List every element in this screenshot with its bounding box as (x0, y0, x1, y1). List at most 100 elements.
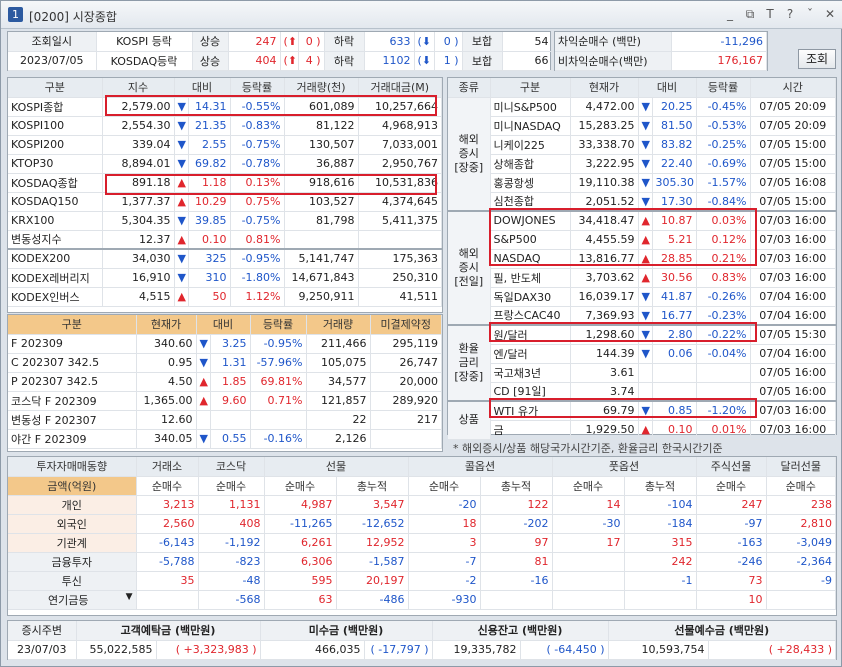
contract-price: 0.95 (136, 353, 197, 373)
down-arrow-icon: ▼ (174, 97, 189, 117)
index-amount: 10,531,836 (358, 173, 442, 193)
index-change-rate: -0.75% (230, 211, 285, 231)
contract-change (210, 410, 251, 430)
world-market-row[interactable]: 상해종합 3,222.95 ▼ 22.40 -0.69% 07/05 15:00 (448, 154, 836, 174)
index-amount: 5,411,375 (358, 211, 442, 231)
close-icon[interactable]: ✕ (823, 7, 837, 22)
market-change: 10.87 (652, 211, 697, 231)
up-label: 상승 (192, 32, 229, 52)
net-buy-value (480, 590, 553, 610)
net-buy-value: 12,952 (336, 533, 409, 553)
net-buy-value: -20 (408, 495, 481, 515)
down-label: 하락 (324, 51, 365, 71)
up-arrow-icon: ▲ (174, 192, 189, 212)
futures-row[interactable]: F 202309 340.60 ▼ 3.25 -0.95% 211,466 295,119 (8, 334, 442, 354)
index-row[interactable]: 변동성지수 12.37 ▲ 0.10 0.81% (8, 230, 442, 250)
world-markets-panel: 종류 구분 현재가 대비 등락률 시간 해외 증시 [장중] 미니S&P500 4,472.0… (447, 77, 837, 440)
col-header: 거래량(천) (284, 78, 359, 98)
link-icon[interactable]: ⧉ (743, 7, 757, 22)
index-name: KOSPI종합 (8, 97, 103, 117)
dropdown-icon[interactable]: ˇ (803, 7, 817, 22)
index-row[interactable]: KRX100 5,304.35 ▼ 39.85 -0.75% 81,798 5,411,37… (8, 211, 442, 231)
index-row[interactable]: KODEX인버스 4,515 ▲ 50 1.12% 9,250,911 41,511 (8, 287, 442, 307)
world-market-row[interactable]: 엔/달러 144.39 ▼ 0.06 -0.04% 07/04 16:00 (448, 344, 836, 364)
funds-item-change: ( +28,433 ) (708, 640, 837, 660)
world-market-row[interactable]: 해외 증시 [장중] 미니S&P500 4,472.00 ▼ 20.25 -0.45% 07… (448, 97, 836, 212)
net-buy-value: 247 (696, 495, 767, 515)
index-row[interactable]: KOSDAQ종합 891.18 ▲ 1.18 0.13% 918,616 10,531,83… (8, 173, 442, 193)
index-row[interactable]: KODEX200 34,030 ▼ 325 -0.95% 5,141,747 175,363 (8, 249, 442, 269)
world-market-row[interactable]: S&P500 4,455.59 ▲ 5.21 0.12% 07/03 16:00 (448, 230, 836, 250)
kosdaq-up-limit: 4 ) (298, 51, 325, 71)
index-row[interactable]: KOSPI200 339.04 ▼ 2.55 -0.75% 130,507 7,033,00… (8, 135, 442, 155)
market-name: 독일DAX30 (490, 287, 571, 307)
futures-row[interactable]: 변동성 F 202307 12.60 22 217 (8, 410, 442, 430)
index-row[interactable]: KOSDAQ150 1,377.37 ▲ 10.29 0.75% 103,527 4,374… (8, 192, 442, 212)
net-buy-value: 2,810 (766, 514, 836, 534)
funds-item-value: 10,593,754 (608, 640, 709, 660)
contract-change-rate: 0.71% (250, 391, 307, 411)
world-market-row[interactable]: NASDAQ 13,816.77 ▲ 28.85 0.21% 07/03 16:00 (448, 249, 836, 269)
world-market-row[interactable]: 니케이225 33,338.70 ▼ 83.82 -0.25% 07/05 15:00 (448, 135, 836, 155)
down-arrow-icon (638, 363, 653, 383)
investor-row[interactable]: 외국인 2,560 408 -11,265 -12,652 18 -202 -30 -184 -9… (8, 514, 836, 534)
market-time: 07/05 16:08 (750, 173, 836, 193)
market-price: 13,816.77 (570, 249, 639, 269)
world-market-row[interactable]: CD [91일] 3.74 07/05 16:00 (448, 382, 836, 402)
market-change-rate (696, 363, 751, 383)
down-arrow-icon: ▼ (174, 211, 189, 231)
futures-row[interactable]: P 202307 342.5 4.50 ▲ 1.85 69.81% 34,577 20,00… (8, 372, 442, 392)
investor-row[interactable]: 개인 3,213 1,131 4,987 3,547 -20 122 14 -104 247 238 (8, 495, 836, 515)
net-buy-value (552, 571, 625, 591)
futures-row[interactable]: 야간 F 202309 340.05 ▼ 0.55 -0.16% 2,126 (8, 429, 442, 449)
query-button[interactable]: 조회 (798, 49, 836, 69)
futures-row[interactable]: C 202307 342.5 0.95 ▼ 1.31 -57.96% 105,075 26,… (8, 353, 442, 373)
world-market-row[interactable]: 상품 WTI 유가 69.79 ▼ 0.85 -1.20% 07/03 16:00 (448, 401, 836, 440)
help-icon[interactable]: ? (783, 7, 797, 22)
index-row[interactable]: KODEX레버리지 16,910 ▼ 310 -1.80% 14,671,843 250,3… (8, 268, 442, 288)
investor-row[interactable]: 금융투자 -5,788 -823 6,306 -1,587 -7 81 242 -246 -2,3… (8, 552, 836, 572)
world-market-row[interactable]: 프랑스CAC40 7,369.93 ▼ 16.77 -0.23% 07/04 16:00 (448, 306, 836, 326)
market-change-rate: -0.53% (696, 116, 751, 136)
net-buy-value: 81 (480, 552, 553, 572)
market-change-rate: 0.21% (696, 249, 751, 269)
market-change (652, 363, 697, 383)
world-market-row[interactable]: 필, 반도체 3,703.62 ▲ 30.56 0.83% 07/03 16:00 (448, 268, 836, 288)
down-arrow-icon: ▼ (174, 135, 189, 155)
net-buy-value: -9 (766, 571, 836, 591)
investor-row[interactable]: 연기금등 ▼ -568 63 -486 -930 10 (8, 590, 836, 610)
market-time: 07/05 16:00 (750, 382, 836, 402)
world-market-row[interactable]: 국고채3년 3.61 07/05 16:00 (448, 363, 836, 383)
text-icon[interactable]: T (763, 7, 777, 22)
index-volume: 5,141,747 (284, 249, 359, 269)
funds-item-value: 19,335,782 (432, 640, 521, 660)
investor-row[interactable]: 투신 35 -48 595 20,197 -2 -16 -1 73 -9 (8, 571, 836, 591)
futures-row[interactable]: 코스닥 F 202309 1,365.00 ▲ 9.60 0.71% 121,857 289… (8, 391, 442, 411)
index-row[interactable]: KTOP30 8,894.01 ▼ 69.82 -0.78% 36,887 2,950,76… (8, 154, 442, 174)
minimize-icon[interactable]: _ (723, 7, 737, 22)
chevron-down-icon[interactable]: ▼ (126, 592, 133, 602)
investor-row[interactable]: 기관계 -6,143 -1,192 6,261 12,952 3 97 17 315 -163 -3… (8, 533, 836, 553)
index-change-rate: 0.81% (230, 230, 285, 250)
world-market-row[interactable]: 환율 금리 [장중] 원/달러 1,298.60 ▼ 2.80 -0.22% 07/05 1… (448, 325, 836, 402)
world-market-row[interactable]: 홍콩항셍 19,110.38 ▼ 305.30 -1.57% 07/05 16:08 (448, 173, 836, 193)
world-market-row[interactable]: 심천종합 2,051.52 ▼ 17.30 -0.84% 07/05 15:00 (448, 192, 836, 212)
query-date-value: 2023/07/05 (8, 51, 97, 71)
world-market-row[interactable]: 금 1,929.50 ▲ 0.10 0.01% 07/03 16:00 (448, 420, 836, 440)
market-change-rate: -1.20% (696, 401, 751, 421)
contract-price: 340.60 (136, 334, 197, 354)
down-arrow-icon: ▼ (196, 334, 211, 354)
index-row[interactable]: KOSPI종합 2,579.00 ▼ 14.31 -0.55% 601,089 10,257… (8, 97, 442, 117)
up-arrow-icon: ▲ (638, 268, 653, 288)
index-change-rate: -0.78% (230, 154, 285, 174)
index-change: 50 (188, 287, 231, 307)
index-row[interactable]: KOSPI100 2,554.30 ▼ 21.35 -0.83% 81,122 4,968,… (8, 116, 442, 136)
index-value: 4,515 (102, 287, 175, 307)
market-name: CD [91일] (490, 382, 571, 402)
world-market-row[interactable]: 해외 증시 [전일] DOWJONES 34,418.47 ▲ 10.87 0.03% 07… (448, 211, 836, 326)
investor-col-header: 달러선물 (766, 457, 836, 477)
investor-sub-header: 총누적 (336, 476, 409, 496)
world-market-row[interactable]: 독일DAX30 16,039.17 ▼ 41.87 -0.26% 07/04 16:00 (448, 287, 836, 307)
window-number-badge: 1 (8, 7, 23, 22)
world-market-row[interactable]: 미니NASDAQ 15,283.25 ▼ 81.50 -0.53% 07/05 20:09 (448, 116, 836, 136)
